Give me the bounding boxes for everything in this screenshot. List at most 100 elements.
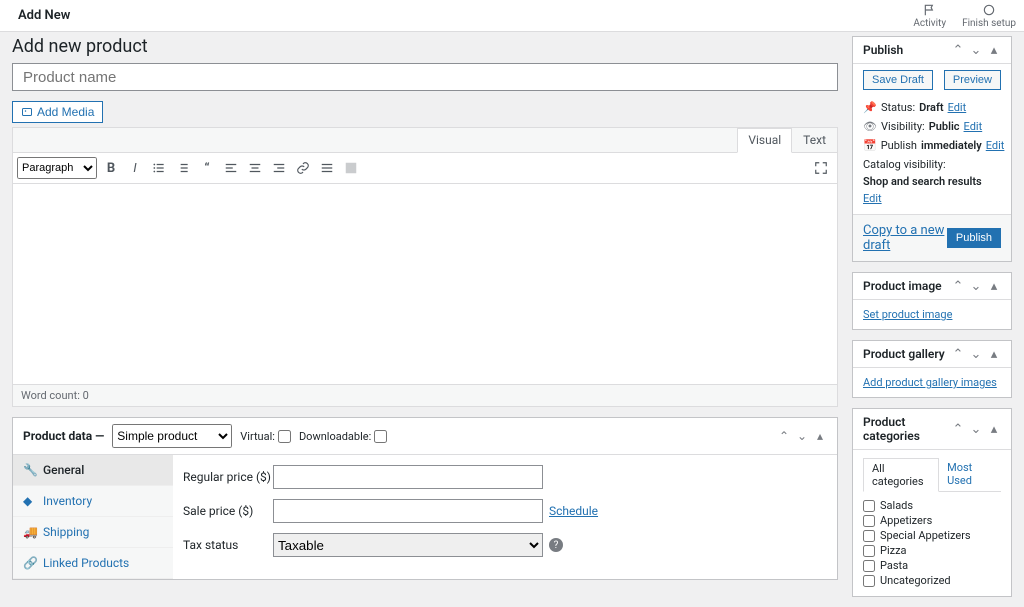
edit-status-link[interactable]: Edit <box>948 101 967 114</box>
editor-tab-text[interactable]: Text <box>792 128 837 152</box>
pd-tab-shipping[interactable]: 🚚Shipping <box>13 517 173 548</box>
downloadable-checkbox-wrap[interactable]: Downloadable: <box>299 430 387 443</box>
category-checkbox[interactable] <box>863 545 875 557</box>
schedule-link[interactable]: Schedule <box>549 504 598 518</box>
circle-icon <box>982 3 996 17</box>
quote-button[interactable]: “ <box>197 158 217 178</box>
regular-price-input[interactable] <box>273 465 543 489</box>
toolbar-toggle-button[interactable] <box>341 158 361 178</box>
panel-toggle-icon[interactable]: ▴ <box>813 429 827 443</box>
panel-toggle-icon[interactable]: ▴ <box>987 279 1001 293</box>
align-right-button[interactable] <box>269 158 289 178</box>
preview-button[interactable]: Preview <box>944 70 1001 90</box>
sale-price-input[interactable] <box>273 499 543 523</box>
panel-down-icon[interactable]: ⌄ <box>969 279 983 293</box>
category-item[interactable]: Pizza <box>863 543 1001 558</box>
categories-title: Product categories <box>863 415 951 443</box>
media-icon <box>21 106 33 118</box>
category-label: Pasta <box>880 559 908 572</box>
virtual-checkbox-wrap[interactable]: Virtual: <box>240 430 291 443</box>
category-item[interactable]: Uncategorized <box>863 573 1001 588</box>
panel-toggle-icon[interactable]: ▴ <box>987 43 1001 57</box>
truck-icon: 🚚 <box>23 525 37 539</box>
edit-catalog-link[interactable]: Edit <box>863 192 882 205</box>
link-icon: 🔗 <box>23 556 37 570</box>
panel-up-icon[interactable]: ⌃ <box>951 347 965 361</box>
add-gallery-images-link[interactable]: Add product gallery images <box>863 376 997 389</box>
pd-tab-linked[interactable]: 🔗Linked Products <box>13 548 173 579</box>
editor-tab-visual[interactable]: Visual <box>737 128 792 153</box>
italic-button[interactable]: I <box>125 158 145 178</box>
cat-tab-most[interactable]: Most Used <box>939 458 1001 491</box>
category-item[interactable]: Special Appetizers <box>863 528 1001 543</box>
finish-setup-label: Finish setup <box>962 18 1016 29</box>
add-media-label: Add Media <box>37 105 94 119</box>
product-name-input[interactable] <box>12 63 838 91</box>
category-label: Special Appetizers <box>880 529 971 542</box>
panel-down-icon[interactable]: ⌄ <box>969 422 983 436</box>
copy-draft-link[interactable]: Copy to a new draft <box>863 223 947 253</box>
panel-down-icon[interactable]: ⌄ <box>795 429 809 443</box>
publish-button[interactable]: Publish <box>947 228 1001 248</box>
category-label: Appetizers <box>880 514 932 527</box>
category-checkbox[interactable] <box>863 530 875 542</box>
wrench-icon: 🔧 <box>23 463 37 477</box>
flag-icon <box>923 3 937 17</box>
more-button[interactable] <box>317 158 337 178</box>
save-draft-button[interactable]: Save Draft <box>863 70 933 90</box>
word-count-label: Word count: <box>21 389 80 402</box>
panel-down-icon[interactable]: ⌄ <box>969 347 983 361</box>
help-icon[interactable]: ? <box>549 538 563 552</box>
edit-publish-link[interactable]: Edit <box>986 139 1005 152</box>
pin-icon: 📌 <box>863 101 877 114</box>
panel-toggle-icon[interactable]: ▴ <box>987 422 1001 436</box>
category-label: Uncategorized <box>880 574 951 587</box>
panel-up-icon[interactable]: ⌃ <box>951 422 965 436</box>
link-button[interactable] <box>293 158 313 178</box>
calendar-icon: 📅 <box>863 139 877 152</box>
category-item[interactable]: Salads <box>863 498 1001 513</box>
category-checkbox[interactable] <box>863 515 875 527</box>
panel-up-icon[interactable]: ⌃ <box>951 279 965 293</box>
product-gallery-title: Product gallery <box>863 347 945 361</box>
set-product-image-link[interactable]: Set product image <box>863 308 952 321</box>
fullscreen-button[interactable] <box>811 158 831 178</box>
regular-price-label: Regular price ($) <box>183 470 273 484</box>
category-item[interactable]: Pasta <box>863 558 1001 573</box>
bold-button[interactable]: B <box>101 158 121 178</box>
panel-down-icon[interactable]: ⌄ <box>969 43 983 57</box>
category-label: Salads <box>880 499 913 512</box>
align-left-button[interactable] <box>221 158 241 178</box>
page-heading: Add new product <box>12 36 838 57</box>
panel-toggle-icon[interactable]: ▴ <box>987 347 1001 361</box>
pd-tab-inventory[interactable]: ◆Inventory <box>13 486 173 517</box>
panel-up-icon[interactable]: ⌃ <box>951 43 965 57</box>
align-center-button[interactable] <box>245 158 265 178</box>
category-checkbox[interactable] <box>863 560 875 572</box>
add-media-button[interactable]: Add Media <box>12 101 103 123</box>
edit-visibility-link[interactable]: Edit <box>964 120 983 133</box>
activity-button[interactable]: Activity <box>913 3 946 29</box>
product-data-label: Product data — <box>23 429 104 443</box>
product-type-select[interactable]: Simple product <box>112 424 232 448</box>
category-checkbox[interactable] <box>863 575 875 587</box>
eye-icon: 👁 <box>863 120 877 133</box>
sale-price-label: Sale price ($) <box>183 504 273 518</box>
tax-status-select[interactable]: Taxable <box>273 533 543 557</box>
category-item[interactable]: Appetizers <box>863 513 1001 528</box>
category-label: Pizza <box>880 544 907 557</box>
category-checkbox[interactable] <box>863 500 875 512</box>
topbar-title: Add New <box>8 8 70 23</box>
format-select[interactable]: Paragraph <box>17 157 97 179</box>
word-count-value: 0 <box>83 389 89 402</box>
inventory-icon: ◆ <box>23 494 37 508</box>
panel-up-icon[interactable]: ⌃ <box>777 429 791 443</box>
tax-status-label: Tax status <box>183 538 273 552</box>
activity-label: Activity <box>913 18 946 29</box>
numbered-list-button[interactable] <box>173 158 193 178</box>
editor-content-area[interactable] <box>13 184 837 384</box>
bullet-list-button[interactable] <box>149 158 169 178</box>
pd-tab-general[interactable]: 🔧General <box>13 455 173 486</box>
cat-tab-all[interactable]: All categories <box>863 458 939 492</box>
finish-setup-button[interactable]: Finish setup <box>962 3 1016 29</box>
